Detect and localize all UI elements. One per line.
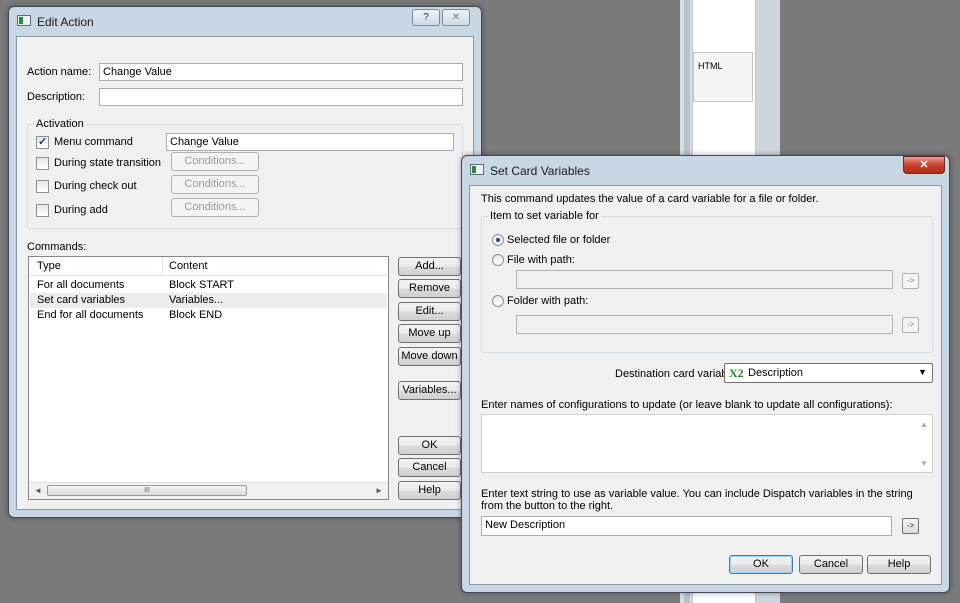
intro-text: This command updates the value of a card… bbox=[481, 193, 819, 205]
destination-variable-select[interactable]: X2 Description ▼ bbox=[724, 363, 933, 383]
table-cell-type: End for all documents bbox=[37, 309, 144, 321]
background-html-tab-label: HTML bbox=[698, 61, 723, 71]
file-with-path-radio[interactable] bbox=[492, 254, 504, 266]
check-out-conditions-button[interactable]: Conditions... bbox=[171, 175, 259, 194]
edit-action-client: Action name: Change Value Description: A… bbox=[16, 36, 474, 510]
table-cell-type: Set card variables bbox=[37, 294, 126, 306]
during-check-out-label[interactable]: During check out bbox=[54, 180, 137, 192]
horizontal-scrollbar[interactable]: ◄ III ► bbox=[29, 482, 388, 499]
file-path-input[interactable] bbox=[516, 270, 893, 289]
insert-variable-button[interactable]: -> bbox=[902, 518, 919, 534]
edit-action-dialog: Edit Action ? ✕ Action name: Change Valu… bbox=[8, 6, 482, 518]
remove-button[interactable]: Remove bbox=[398, 279, 461, 298]
close-caption-button[interactable]: ✕ bbox=[442, 9, 470, 26]
value-label: Enter text string to use as variable val… bbox=[481, 488, 913, 512]
move-up-button[interactable]: Move up bbox=[398, 324, 461, 343]
edit-action-titlebar[interactable]: Edit Action ? ✕ bbox=[9, 7, 481, 35]
add-button[interactable]: Add... bbox=[398, 257, 461, 276]
table-cell-content: Variables... bbox=[169, 294, 224, 306]
item-to-set-group-title: Item to set variable for bbox=[488, 210, 601, 222]
state-transition-conditions-button[interactable]: Conditions... bbox=[171, 152, 259, 171]
table-cell-content: Block END bbox=[169, 309, 223, 321]
background-html-tab[interactable]: HTML bbox=[693, 52, 753, 102]
variable-value-input[interactable]: New Description bbox=[481, 516, 892, 536]
scrollbar-thumb[interactable]: III bbox=[47, 485, 247, 496]
variable-x2-icon: X2 bbox=[729, 366, 744, 380]
during-add-label[interactable]: During add bbox=[54, 204, 108, 216]
help-caption-button[interactable]: ? bbox=[412, 9, 440, 26]
cancel-button[interactable]: Cancel bbox=[398, 458, 461, 477]
scrollbar-grip-icon: III bbox=[144, 487, 150, 494]
edit-button[interactable]: Edit... bbox=[398, 302, 461, 321]
help-button[interactable]: Help bbox=[398, 481, 461, 500]
during-state-transition-checkbox[interactable] bbox=[36, 157, 49, 170]
set-card-variables-title: Set Card Variables bbox=[490, 164, 590, 178]
edit-action-title: Edit Action bbox=[37, 15, 94, 29]
scroll-up-icon[interactable]: ▲ bbox=[917, 418, 931, 432]
activation-group-title: Activation bbox=[34, 118, 86, 130]
commands-label: Commands: bbox=[27, 241, 87, 253]
table-row[interactable]: End for all documents Block END bbox=[30, 308, 387, 323]
scroll-left-icon[interactable]: ◄ bbox=[31, 484, 45, 498]
menu-command-label[interactable]: Menu command bbox=[54, 136, 133, 148]
configurations-label: Enter names of configurations to update … bbox=[481, 399, 893, 411]
menu-command-input[interactable]: Change Value bbox=[166, 133, 454, 151]
set-card-variables-dialog: Set Card Variables ✕ This command update… bbox=[461, 155, 950, 593]
ok-button[interactable]: OK bbox=[729, 555, 793, 574]
action-name-input[interactable]: Change Value bbox=[99, 63, 463, 81]
selected-file-or-folder-radio[interactable] bbox=[492, 234, 504, 246]
item-to-set-group: Item to set variable for Selected file o… bbox=[481, 210, 933, 353]
table-row[interactable]: For all documents Block START bbox=[30, 278, 387, 293]
variables-button[interactable]: Variables... bbox=[398, 381, 461, 400]
ok-button[interactable]: OK bbox=[398, 436, 461, 455]
window-app-icon bbox=[470, 164, 484, 175]
set-card-variables-client: This command updates the value of a card… bbox=[469, 185, 942, 585]
scroll-right-icon[interactable]: ► bbox=[372, 484, 386, 498]
during-state-transition-label[interactable]: During state transition bbox=[54, 157, 161, 169]
menu-command-checkbox[interactable] bbox=[36, 135, 49, 149]
commands-list-header: Type Content bbox=[29, 257, 388, 276]
description-input[interactable] bbox=[99, 88, 463, 106]
table-row[interactable]: Set card variables Variables... bbox=[30, 293, 387, 308]
description-label: Description: bbox=[27, 91, 86, 103]
destination-selected-value: Description bbox=[748, 367, 804, 379]
table-cell-type: For all documents bbox=[37, 279, 125, 291]
during-check-out-checkbox[interactable] bbox=[36, 180, 49, 193]
window-app-icon bbox=[17, 15, 31, 26]
folder-path-browse-button[interactable]: -> bbox=[902, 317, 919, 333]
table-cell-content: Block START bbox=[169, 279, 234, 291]
action-name-label: Action name: bbox=[27, 66, 92, 78]
scroll-down-icon[interactable]: ▼ bbox=[917, 457, 931, 471]
configurations-textarea[interactable] bbox=[481, 414, 933, 473]
during-add-checkbox[interactable] bbox=[36, 204, 49, 217]
help-button[interactable]: Help bbox=[867, 555, 931, 574]
file-path-browse-button[interactable]: -> bbox=[902, 273, 919, 289]
add-conditions-button[interactable]: Conditions... bbox=[171, 198, 259, 217]
close-caption-button[interactable]: ✕ bbox=[903, 156, 945, 174]
column-header-content[interactable]: Content bbox=[169, 260, 208, 272]
folder-with-path-radio[interactable] bbox=[492, 295, 504, 307]
activation-group: Activation Menu command Change Value Dur… bbox=[27, 118, 463, 229]
folder-path-input[interactable] bbox=[516, 315, 893, 334]
commands-list[interactable]: Type Content For all documents Block STA… bbox=[28, 256, 389, 500]
column-divider bbox=[162, 257, 163, 275]
folder-with-path-label[interactable]: Folder with path: bbox=[507, 295, 588, 307]
file-with-path-label[interactable]: File with path: bbox=[507, 254, 575, 266]
chevron-down-icon[interactable]: ▼ bbox=[918, 367, 927, 377]
selected-file-or-folder-label[interactable]: Selected file or folder bbox=[507, 234, 610, 246]
cancel-button[interactable]: Cancel bbox=[799, 555, 863, 574]
destination-label: Destination card variable: bbox=[615, 368, 740, 380]
set-card-variables-titlebar[interactable]: Set Card Variables ✕ bbox=[462, 156, 949, 184]
column-header-type[interactable]: Type bbox=[37, 260, 61, 272]
move-down-button[interactable]: Move down bbox=[398, 347, 461, 366]
